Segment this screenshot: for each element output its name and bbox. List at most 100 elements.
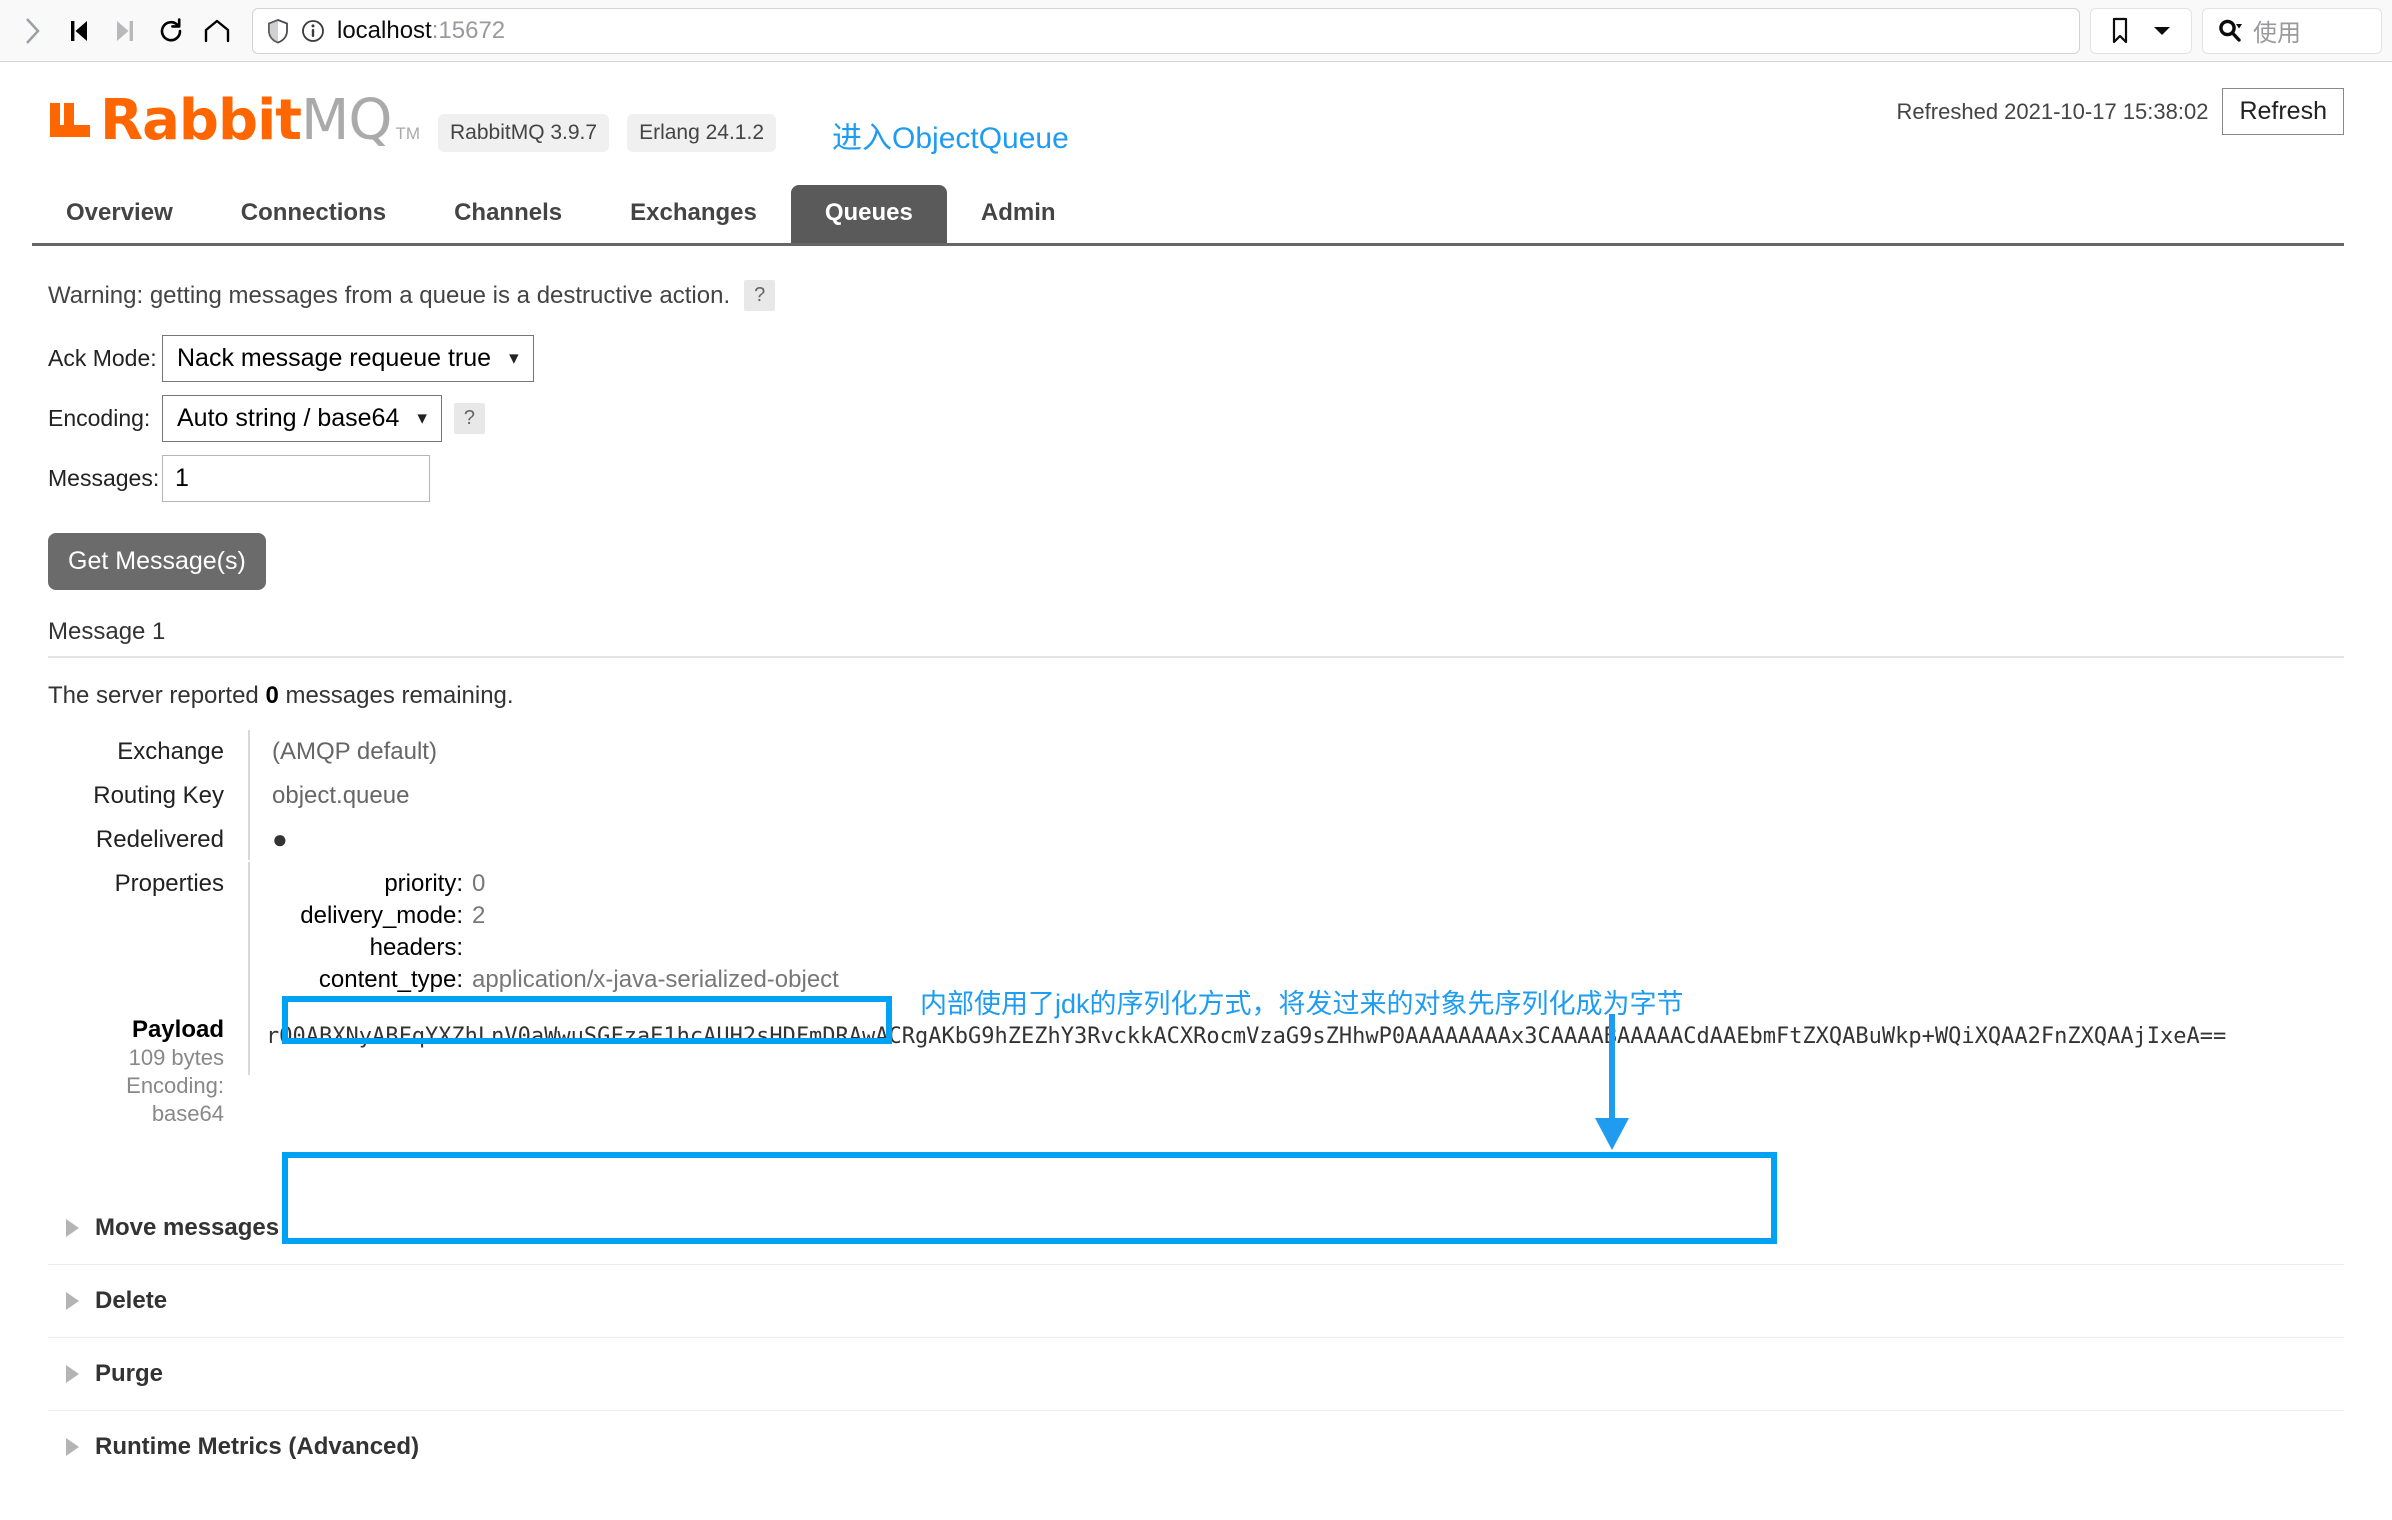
url-text: localhost:15672 — [337, 17, 505, 45]
server-report-count: 0 — [265, 682, 279, 709]
accordion-move-messages[interactable]: Move messages — [48, 1192, 2344, 1264]
badge-erlang-version: Erlang 24.1.2 — [627, 113, 777, 152]
property-key: headers: — [369, 934, 463, 961]
rabbitmq-logo-mark — [48, 99, 96, 150]
ack-mode-label: Ack Mode: — [48, 345, 157, 371]
main-nav-tabs: Overview Connections Channels Exchanges … — [32, 185, 2344, 246]
badge-rabbitmq-version: RabbitMQ 3.9.7 — [438, 113, 610, 152]
rabbitmq-logo[interactable]: Rabbit MQ TM — [48, 88, 420, 153]
logo-text-mq: MQ — [301, 88, 392, 153]
encoding-label: Encoding: — [48, 405, 151, 431]
chevron-down-icon[interactable] — [2151, 24, 2173, 38]
routing-key-label: Routing Key — [93, 782, 224, 809]
property-key: delivery_mode: — [300, 902, 463, 929]
annotation-arrow — [1590, 1014, 1634, 1159]
tab-exchanges[interactable]: Exchanges — [596, 185, 791, 243]
url-port: :15672 — [431, 16, 506, 44]
exchange-value: (AMQP default) — [248, 730, 2344, 774]
property-value: 2 — [472, 902, 486, 929]
browser-toolbar: localhost:15672 使用 — [0, 0, 2392, 62]
property-value: application/x-java-serialized-object — [472, 966, 839, 993]
reload-icon — [160, 17, 182, 41]
accordion-purge[interactable]: Purge — [48, 1337, 2344, 1410]
caret-right-icon — [66, 1219, 79, 1238]
queue-actions-accordion: Move messages Delete Purge Runtime Metri… — [48, 1192, 2344, 1483]
accordion-label: Runtime Metrics (Advanced) — [95, 1433, 420, 1461]
payload-label: Payload — [131, 1016, 224, 1043]
caret-right-icon — [66, 1292, 79, 1311]
caret-right-icon — [66, 1438, 79, 1457]
accordion-runtime-metrics[interactable]: Runtime Metrics (Advanced) — [48, 1410, 2344, 1483]
message-heading: Message 1 — [48, 618, 2344, 658]
server-report: The server reported 0 messages remaining… — [48, 682, 2344, 710]
bookmark-controls — [2090, 7, 2192, 54]
tab-connections[interactable]: Connections — [207, 185, 420, 243]
chevron-down-icon: ▾ — [509, 348, 519, 369]
payload-label-cell: Payload 109 bytes Encoding: base64 — [48, 1006, 248, 1136]
home-icon — [204, 19, 230, 42]
property-key: content_type: — [318, 966, 463, 993]
caret-right-icon — [66, 1365, 79, 1384]
skip-back-icon — [71, 20, 87, 41]
rabbitmq-management-page: Rabbit MQ TM RabbitMQ 3.9.7 Erlang 24.1.2… — [0, 62, 2392, 1483]
messages-label: Messages: — [48, 465, 160, 491]
routing-key-value: object.queue — [248, 774, 2344, 818]
down-arrow-icon — [1595, 1014, 1629, 1150]
address-bar[interactable]: localhost:15672 — [252, 7, 2080, 54]
accordion-label: Purge — [95, 1360, 164, 1388]
annotation-note-serialization: 内部使用了jdk的序列化方式，将发过来的对象先序列化成为字节 — [920, 989, 1684, 1019]
tab-admin[interactable]: Admin — [947, 185, 1090, 243]
encoding-help-icon[interactable]: ? — [453, 403, 486, 434]
logo-trademark: TM — [395, 124, 420, 143]
ack-mode-select[interactable]: Nack message requeue true ▾ — [162, 335, 534, 382]
get-messages-button[interactable]: Get Message(s) — [48, 533, 266, 590]
property-delivery-mode: delivery_mode: 2 — [272, 902, 2344, 930]
ack-mode-row: Ack Mode: Nack message requeue true ▾ — [48, 335, 2344, 382]
property-headers: headers: — [272, 934, 2344, 962]
info-circle-icon[interactable] — [301, 19, 325, 43]
tab-channels[interactable]: Channels — [420, 185, 596, 243]
messages-row: Messages: — [48, 455, 2344, 502]
encoding-select[interactable]: Auto string / base64 ▾ — [162, 395, 442, 442]
row-redelivered: Redelivered ● — [48, 818, 2344, 862]
row-exchange: Exchange (AMQP default) — [48, 730, 2344, 774]
tab-queues[interactable]: Queues — [790, 185, 947, 243]
first-page-button[interactable] — [56, 8, 102, 54]
encoding-row: Encoding: Auto string / base64 ▾ ? — [48, 395, 2344, 442]
property-key: priority: — [384, 870, 463, 897]
server-report-prefix: The server reported — [48, 682, 266, 709]
page-header: Rabbit MQ TM RabbitMQ 3.9.7 Erlang 24.1.2… — [48, 62, 2344, 155]
redelivered-label: Redelivered — [95, 826, 224, 853]
tab-overview[interactable]: Overview — [32, 185, 207, 243]
accordion-label: Delete — [95, 1287, 168, 1315]
payload-encoding: Encoding: base64 — [126, 1073, 224, 1127]
accordion-delete[interactable]: Delete — [48, 1264, 2344, 1337]
row-routing-key: Routing Key object.queue — [48, 774, 2344, 818]
home-button[interactable] — [194, 8, 240, 54]
logo-text-rabbit: Rabbit — [100, 88, 302, 153]
row-payload: Payload 109 bytes Encoding: base64 rO0AB… — [48, 1006, 2344, 1136]
properties-label: Properties — [114, 870, 224, 897]
forward-button[interactable] — [10, 8, 56, 54]
chevron-right-icon — [26, 17, 40, 44]
last-page-button[interactable] — [102, 8, 148, 54]
refresh-button[interactable]: Refresh — [2222, 88, 2344, 135]
warning-help-icon[interactable]: ? — [744, 280, 776, 311]
messages-count-input[interactable] — [162, 455, 430, 502]
refreshed-timestamp: Refreshed 2021-10-17 15:38:02 — [1896, 98, 2209, 124]
accordion-label: Move messages — [95, 1214, 280, 1242]
refresh-area: Refreshed 2021-10-17 15:38:02 Refresh — [1897, 88, 2344, 135]
ack-mode-value: Nack message requeue true — [177, 344, 492, 372]
chevron-down-icon: ▾ — [417, 408, 427, 429]
property-priority: priority: 0 — [272, 870, 2344, 898]
encoding-value: Auto string / base64 — [177, 404, 400, 432]
browser-search-box[interactable]: 使用 — [2202, 7, 2382, 54]
url-host: localhost — [337, 16, 432, 44]
reload-button[interactable] — [148, 8, 194, 54]
bookmark-icon[interactable] — [2109, 16, 2131, 46]
get-messages-form: Ack Mode: Nack message requeue true ▾ En… — [48, 335, 2344, 590]
rabbit-ears-icon — [50, 103, 90, 137]
property-value: 0 — [472, 870, 486, 897]
warning-text: Warning: getting messages from a queue i… — [48, 281, 731, 309]
shield-icon — [268, 18, 288, 43]
